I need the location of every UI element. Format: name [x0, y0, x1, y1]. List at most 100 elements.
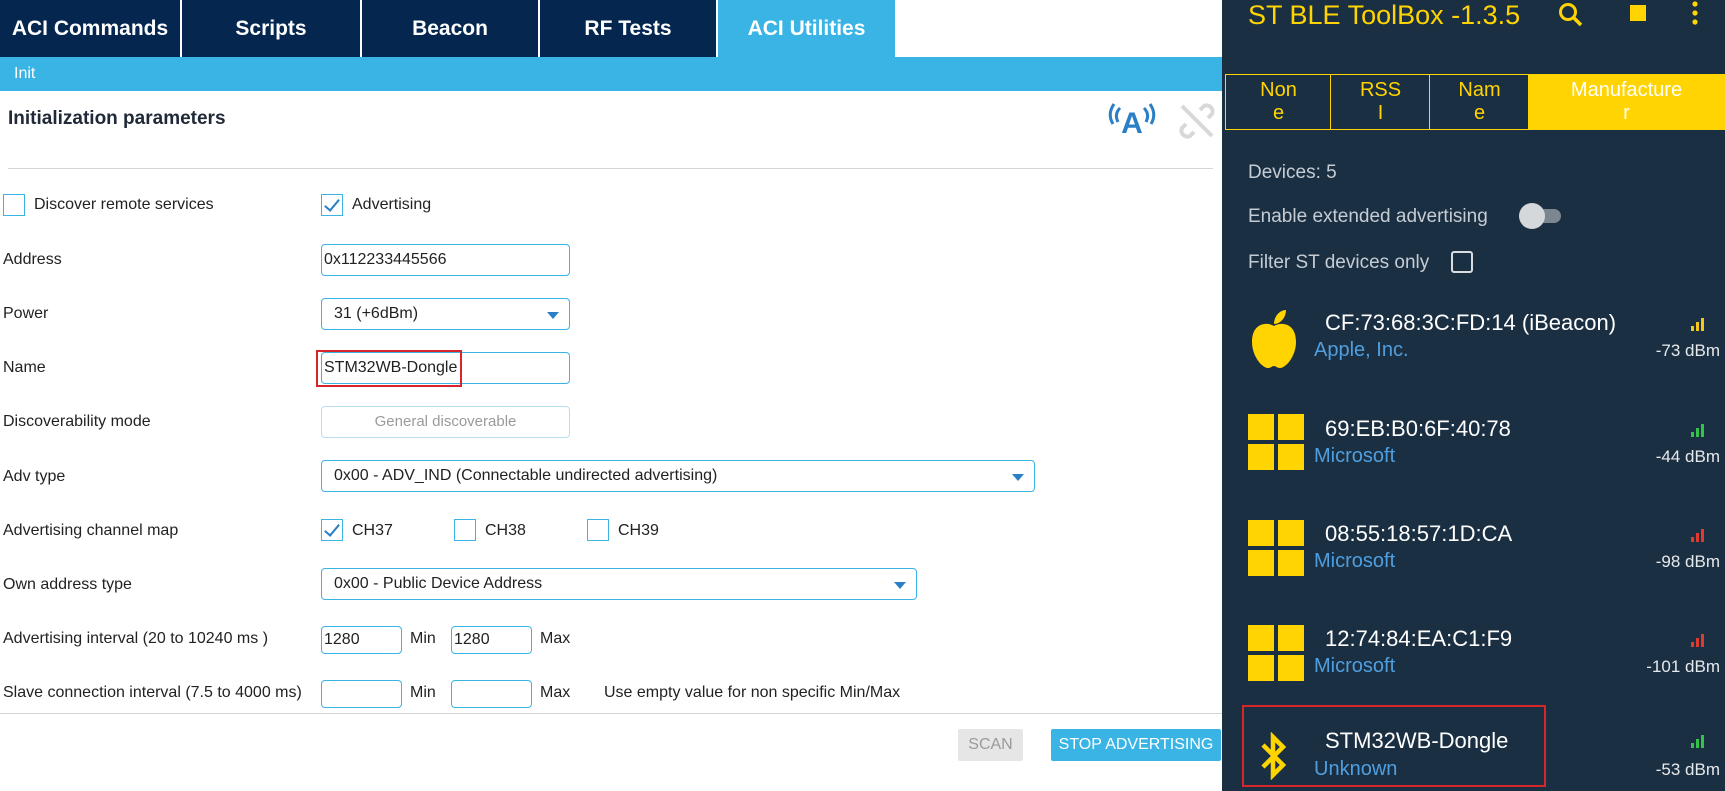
stop-advertising-button[interactable]: STOP ADVERTISING	[1051, 729, 1221, 761]
bluetooth-icon	[1261, 732, 1287, 780]
device-address: STM32WB-Dongle	[1325, 728, 1509, 753]
device-address: CF:73:68:3C:FD:14 (iBeacon)	[1325, 310, 1617, 335]
signal-strength-icon	[1691, 424, 1704, 437]
device-manufacturer[interactable]: Microsoft	[1314, 550, 1395, 573]
advertising-checkbox[interactable]	[321, 194, 343, 216]
signal-strength-icon	[1691, 318, 1704, 331]
advertising-interval-max-label: Max	[540, 630, 571, 647]
device-manufacturer[interactable]: Unknown	[1314, 758, 1397, 781]
windows-icon	[1248, 625, 1304, 681]
device-item[interactable]: 08:55:18:57:1D:CA Microsoft -98 dBm	[1222, 508, 1725, 612]
device-rssi: -44 dBm	[1655, 447, 1720, 466]
slave-connection-interval-min-label: Min	[410, 684, 436, 701]
advertising-interval-label: Advertising interval (20 to 10240 ms )	[3, 630, 269, 647]
stop-scan-icon[interactable]	[1630, 5, 1646, 21]
tab-scripts[interactable]: Scripts	[182, 0, 360, 57]
apple-icon	[1252, 310, 1296, 368]
ch37-label: CH37	[352, 522, 393, 539]
device-manufacturer[interactable]: Microsoft	[1314, 655, 1395, 678]
sort-tab-manufacturer[interactable]: Manufacture r	[1528, 74, 1725, 130]
tab-aci-commands[interactable]: ACI Commands	[0, 0, 180, 57]
advertising-interval-min-label: Min	[410, 630, 436, 647]
sort-tab-name[interactable]: Nam e	[1429, 74, 1530, 130]
discoverability-mode-button[interactable]: General discoverable	[321, 406, 570, 438]
discoverability-mode-label: Discoverability mode	[3, 413, 151, 430]
check-icon	[324, 195, 340, 212]
slave-connection-interval-min-input[interactable]	[321, 680, 402, 708]
sort-tab-rssi[interactable]: RSS I	[1330, 74, 1431, 130]
chevron-down-icon	[547, 312, 559, 319]
discover-remote-services-checkbox[interactable]	[3, 194, 25, 216]
device-address: 08:55:18:57:1D:CA	[1325, 521, 1513, 546]
main-tabs: ACI Commands Scripts Beacon RF Tests ACI…	[0, 0, 1222, 57]
windows-icon	[1248, 414, 1304, 470]
tab-aci-utilities[interactable]: ACI Utilities	[718, 0, 895, 57]
name-label: Name	[3, 359, 46, 376]
device-rssi: -73 dBm	[1655, 341, 1720, 360]
address-input[interactable]: 0x112233445566	[321, 244, 570, 276]
advertising-interval-max-input[interactable]: 1280	[451, 626, 532, 654]
subtab-init[interactable]: Init	[0, 57, 1222, 91]
discover-remote-services-label: Discover remote services	[34, 196, 214, 213]
toggle-knob	[1519, 203, 1545, 229]
tab-rf-tests[interactable]: RF Tests	[540, 0, 716, 57]
device-rssi: -98 dBm	[1655, 552, 1720, 571]
aci-utilities-panel: ACI Commands Scripts Beacon RF Tests ACI…	[0, 0, 1222, 791]
slave-connection-interval-max-input[interactable]	[451, 680, 532, 708]
device-rssi: -101 dBm	[1646, 657, 1720, 676]
device-address: 12:74:84:EA:C1:F9	[1325, 626, 1513, 651]
st-ble-toolbox-app: ST BLE ToolBox -1.3.5 Non e RSS I Nam e …	[1222, 0, 1725, 791]
filter-st-checkbox[interactable]	[1451, 251, 1473, 273]
ch38-label: CH38	[485, 522, 526, 539]
scan-button[interactable]: SCAN	[958, 729, 1023, 761]
power-value: 31 (+6dBm)	[334, 305, 419, 322]
tab-beacon[interactable]: Beacon	[362, 0, 538, 57]
signal-strength-icon	[1691, 529, 1704, 542]
advertising-antenna-icon[interactable]: A	[1108, 100, 1156, 140]
search-icon[interactable]	[1558, 2, 1584, 28]
devices-count: Devices: 5	[1248, 162, 1337, 183]
app-title: ST BLE ToolBox -1.3.5	[1248, 0, 1521, 30]
advertising-label: Advertising	[352, 196, 432, 213]
sort-tab-none[interactable]: Non e	[1225, 74, 1332, 130]
adv-type-select[interactable]: 0x00 - ADV_IND (Connectable undirected a…	[321, 460, 1035, 492]
ch39-checkbox[interactable]	[587, 519, 609, 541]
device-manufacturer[interactable]: Microsoft	[1314, 445, 1395, 468]
sort-tabs: Non e RSS I Nam e Manufacture r	[1225, 74, 1725, 130]
slave-connection-interval-hint: Use empty value for non specific Min/Max	[604, 684, 901, 701]
device-item[interactable]: CF:73:68:3C:FD:14 (iBeacon) Apple, Inc. …	[1222, 296, 1725, 400]
adv-type-value: 0x00 - ADV_IND (Connectable undirected a…	[334, 467, 718, 484]
slave-connection-interval-label: Slave connection interval (7.5 to 4000 m…	[3, 684, 302, 701]
own-address-type-label: Own address type	[3, 576, 132, 593]
ch38-checkbox[interactable]	[454, 519, 476, 541]
svg-text:A: A	[1121, 107, 1143, 140]
device-item[interactable]: 12:74:84:EA:C1:F9 Microsoft -101 dBm	[1222, 613, 1725, 717]
signal-strength-icon	[1691, 735, 1704, 748]
power-select[interactable]: 31 (+6dBm)	[321, 298, 570, 330]
ch39-label: CH39	[618, 522, 659, 539]
device-rssi: -53 dBm	[1655, 760, 1720, 779]
app-bar: ST BLE ToolBox -1.3.5	[1222, 0, 1725, 52]
ch37-checkbox[interactable]	[321, 519, 343, 541]
device-address: 69:EB:B0:6F:40:78	[1325, 416, 1511, 441]
divider	[0, 713, 1222, 714]
section-title: Initialization parameters	[8, 108, 226, 129]
name-input[interactable]: STM32WB-Dongle	[321, 352, 570, 384]
device-item[interactable]: STM32WB-Dongle Unknown -53 dBm	[1222, 718, 1725, 791]
advertising-channel-map-label: Advertising channel map	[3, 522, 179, 539]
power-label: Power	[3, 305, 49, 322]
own-address-type-select[interactable]: 0x00 - Public Device Address	[321, 568, 917, 600]
adv-type-label: Adv type	[3, 468, 66, 485]
own-address-type-value: 0x00 - Public Device Address	[334, 575, 543, 592]
advertising-interval-min-input[interactable]: 1280	[321, 626, 402, 654]
check-icon	[324, 520, 340, 537]
device-item[interactable]: 69:EB:B0:6F:40:78 Microsoft -44 dBm	[1222, 402, 1725, 506]
disconnect-link-icon[interactable]	[1178, 102, 1216, 140]
divider	[8, 168, 1213, 169]
slave-connection-interval-max-label: Max	[540, 684, 571, 701]
device-manufacturer[interactable]: Apple, Inc.	[1314, 339, 1409, 362]
filter-st-label: Filter ST devices only	[1248, 252, 1430, 273]
chevron-down-icon	[1012, 474, 1024, 481]
chevron-down-icon	[894, 582, 906, 589]
more-options-icon[interactable]	[1690, 0, 1700, 26]
